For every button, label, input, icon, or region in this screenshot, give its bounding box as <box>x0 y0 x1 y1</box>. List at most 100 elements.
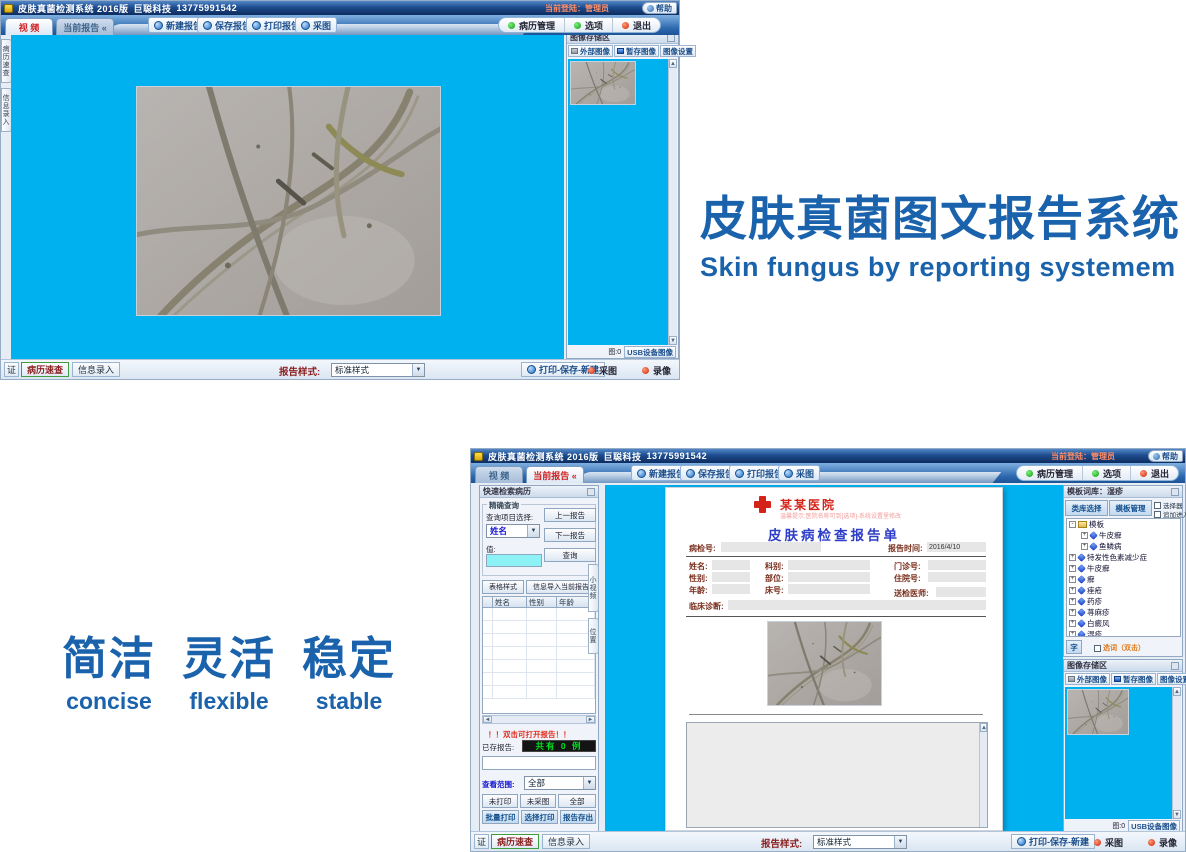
info-entry-button[interactable]: 信息录入 <box>72 362 120 377</box>
tree-item[interactable]: +湿疹 <box>1067 629 1180 637</box>
inpatient-no-field[interactable] <box>928 572 986 582</box>
search-value-input[interactable] <box>486 554 542 567</box>
expand-node-icon[interactable]: + <box>1081 532 1088 539</box>
thumbnail-scrollbar[interactable]: ▲▼ <box>1172 687 1181 819</box>
record-row[interactable] <box>483 686 595 699</box>
template-manage-button[interactable]: 模板管理 <box>1109 500 1152 516</box>
expand-node-icon[interactable]: + <box>1069 598 1076 605</box>
expand-node-icon[interactable]: + <box>1069 587 1076 594</box>
quick-search-button[interactable]: 病历速查 <box>21 362 69 377</box>
exit-button[interactable]: 退出 <box>1130 466 1178 480</box>
capture-image-button[interactable]: 采图 <box>295 17 337 33</box>
bed-no-field[interactable] <box>788 584 870 594</box>
import-info-button[interactable]: 信息导入当前报告 <box>526 580 596 594</box>
tree-item[interactable]: +鱼鳞病 <box>1067 541 1180 552</box>
view-range-select[interactable]: 全部▼ <box>524 776 596 790</box>
pick-word-checkbox[interactable]: 选词（双击） <box>1094 643 1145 653</box>
library-select-button[interactable]: 类库选择 <box>1065 500 1108 516</box>
department-field[interactable] <box>788 560 870 570</box>
stored-image-thumbnail[interactable] <box>570 61 636 105</box>
referring-doctor-field[interactable] <box>936 587 986 597</box>
tree-item[interactable]: +荨麻疹 <box>1067 607 1180 618</box>
findings-scrollbar[interactable]: ▲ <box>979 723 987 827</box>
vertical-tab-position[interactable]: 位置 <box>588 618 599 654</box>
tab-video[interactable]: 视 频 <box>475 466 523 483</box>
print-save-new-button[interactable]: 打印-保存-新建 <box>1011 834 1095 849</box>
scroll-up-icon[interactable]: ▲ <box>1173 687 1181 696</box>
title-bar[interactable]: 皮肤真菌检测系统 2016版 巨聪科技 13775991542 当前登陆：管理员… <box>1 1 679 15</box>
temp-images-button[interactable]: 暂存图像 <box>1111 673 1156 685</box>
tree-item[interactable]: +痤疮 <box>1067 585 1180 596</box>
record-row[interactable] <box>483 608 595 621</box>
report-style-select[interactable]: 标准样式▼ <box>813 835 907 849</box>
scroll-right-icon[interactable]: ► <box>586 716 595 723</box>
cert-button[interactable]: 证 <box>4 362 19 377</box>
batch-print-button[interactable]: 批量打印 <box>482 810 519 824</box>
record-row[interactable] <box>483 660 595 673</box>
select-print-button[interactable]: 选择打印 <box>521 810 558 824</box>
image-settings-button[interactable]: 图像设置 <box>1157 673 1186 685</box>
tree-item[interactable]: +白癜风 <box>1067 618 1180 629</box>
report-time-field[interactable]: 2016/4/10 <box>927 542 986 552</box>
expand-node-icon[interactable]: + <box>1069 576 1076 583</box>
clinical-diagnosis-field[interactable] <box>728 600 986 610</box>
options-button[interactable]: 选项 <box>564 18 612 32</box>
external-images-button[interactable]: 外部图像 <box>1065 673 1110 685</box>
report-microscope-image[interactable] <box>767 621 882 706</box>
cert-button[interactable]: 证 <box>474 834 489 849</box>
scroll-up-icon[interactable]: ▲ <box>669 59 677 68</box>
tree-item[interactable]: +癣 <box>1067 574 1180 585</box>
record-button[interactable]: 录像 <box>1148 835 1177 849</box>
age-field[interactable] <box>712 584 750 594</box>
table-style-button[interactable]: 表格样式 <box>482 580 524 594</box>
font-button[interactable]: 字 <box>1066 640 1082 654</box>
outpatient-no-field[interactable] <box>928 560 986 570</box>
image-settings-button[interactable]: 图像设置 <box>660 45 696 57</box>
thumbnail-scrollbar[interactable]: ▲▼ <box>668 59 677 345</box>
collapse-icon[interactable] <box>1171 662 1179 670</box>
record-row[interactable] <box>483 634 595 647</box>
record-row[interactable] <box>483 647 595 660</box>
external-images-button[interactable]: 外部图像 <box>568 45 613 57</box>
export-report-button[interactable]: 报告存出 <box>560 810 596 824</box>
capture-button[interactable]: 采图 <box>588 363 617 377</box>
record-row[interactable] <box>483 621 595 634</box>
specimen-no-field[interactable] <box>721 542 821 552</box>
tree-item[interactable]: +药疹 <box>1067 596 1180 607</box>
tab-current-report[interactable]: 当前报告 « <box>56 18 114 35</box>
collapse-node-icon[interactable]: - <box>1069 521 1076 528</box>
expand-node-icon[interactable]: + <box>1069 565 1076 572</box>
tab-video[interactable]: 视 频 <box>5 18 53 35</box>
scroll-up-icon[interactable]: ▲ <box>980 723 987 732</box>
tab-current-report[interactable]: 当前报告 « <box>526 466 584 483</box>
records-management-button[interactable]: 病历管理 <box>499 18 564 32</box>
records-management-button[interactable]: 病历管理 <box>1017 466 1082 480</box>
prev-report-button[interactable]: 上一报告 <box>544 508 596 522</box>
tree-root[interactable]: -模板 <box>1067 519 1180 530</box>
tree-item[interactable]: +牛皮癣 <box>1067 530 1180 541</box>
capture-button[interactable]: 采图 <box>1094 835 1123 849</box>
scroll-down-icon[interactable]: ▼ <box>1173 810 1181 819</box>
saved-report-field[interactable] <box>482 756 596 770</box>
records-hscrollbar[interactable]: ◄► <box>482 715 596 724</box>
query-button[interactable]: 查询 <box>544 548 596 562</box>
next-report-button[interactable]: 下一报告 <box>544 528 596 542</box>
exit-button[interactable]: 退出 <box>612 18 660 32</box>
scroll-down-icon[interactable]: ▼ <box>669 336 677 345</box>
temp-images-button[interactable]: 暂存图像 <box>614 45 659 57</box>
expand-node-icon[interactable]: + <box>1069 631 1076 637</box>
help-button[interactable]: 帮助 <box>642 2 677 14</box>
expand-node-icon[interactable]: + <box>1069 620 1076 627</box>
expand-node-icon[interactable]: + <box>1069 554 1076 561</box>
vertical-tab-mini-video[interactable]: 小视频 <box>588 564 599 612</box>
scroll-left-icon[interactable]: ◄ <box>483 716 492 723</box>
tree-item[interactable]: +特发性色素减少症 <box>1067 552 1180 563</box>
body-part-field[interactable] <box>788 572 870 582</box>
filter-all-button[interactable]: 全部 <box>558 794 596 808</box>
gender-field[interactable] <box>712 572 750 582</box>
filter-uncaptured-button[interactable]: 未采图 <box>520 794 556 808</box>
expand-node-icon[interactable]: + <box>1069 609 1076 616</box>
patient-name-field[interactable] <box>712 560 750 570</box>
collapse-icon[interactable] <box>1171 488 1179 496</box>
capture-image-button[interactable]: 采图 <box>778 465 820 481</box>
